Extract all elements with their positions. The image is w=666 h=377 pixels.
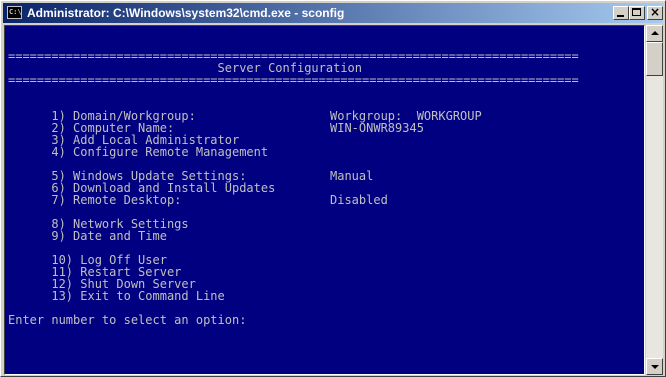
menu-item-restart: 11) Restart Server	[8, 254, 181, 278]
input-prompt[interactable]: Enter number to select an option:	[8, 314, 246, 326]
separator-line: ========================================…	[8, 73, 579, 87]
menu-item-value: Disabled	[330, 193, 388, 207]
menu-item-network-settings: 8) Network Settings	[8, 206, 188, 230]
menu-item-value: Manual	[330, 169, 374, 183]
arrow-down-icon	[651, 365, 659, 369]
close-icon: ×	[649, 5, 661, 19]
console-output[interactable]: ========================================…	[4, 25, 645, 375]
menu-item-date-time: 9) Date and Time	[8, 218, 167, 242]
window-title: Administrator: C:\Windows\system32\cmd.e…	[27, 6, 345, 20]
arrow-up-icon	[651, 31, 659, 35]
vertical-scrollbar[interactable]	[646, 25, 663, 375]
scroll-thumb[interactable]	[646, 42, 663, 76]
menu-item-computer-name: 2) Computer Name: WIN-ONWR89345	[8, 110, 424, 134]
close-button[interactable]: ×	[647, 5, 663, 20]
menu-item-download-updates: 6) Download and Install Updates	[8, 170, 275, 194]
cmd-window: C:\ Administrator: C:\Windows\system32\c…	[0, 0, 666, 377]
menu-item-log-off: 10) Log Off User	[8, 242, 167, 266]
menu-item-label: 13) Exit to Command Line	[51, 289, 225, 303]
menu-item-remote-desktop: 7) Remote Desktop: Disabled	[8, 182, 387, 206]
menu-item-label: 4) Configure Remote Management	[51, 145, 269, 159]
maximize-button[interactable]	[629, 6, 645, 20]
menu-item-add-local-admin: 3) Add Local Administrator	[8, 122, 239, 146]
menu-item-exit-command-line: 13) Exit to Command Line	[8, 278, 224, 302]
menu-item-remote-management: 4) Configure Remote Management	[8, 134, 268, 158]
menu-item-label: 7) Remote Desktop:	[51, 193, 182, 207]
cmd-icon[interactable]: C:\	[7, 6, 22, 19]
scroll-down-button[interactable]	[646, 358, 663, 375]
maximize-icon	[632, 8, 641, 16]
menu-item-label: 9) Date and Time	[51, 229, 167, 243]
scroll-up-button[interactable]	[646, 25, 663, 42]
menu-item-value: WIN-ONWR89345	[330, 121, 424, 135]
menu-item-windows-update-settings: 5) Windows Update Settings: Manual	[8, 158, 373, 182]
minimize-icon	[617, 15, 624, 17]
minimize-button[interactable]	[613, 6, 629, 20]
title-bar[interactable]: C:\ Administrator: C:\Windows\system32\c…	[3, 3, 663, 23]
menu-item-shut-down: 12) Shut Down Server	[8, 266, 196, 290]
menu-item-domain-workgroup: 1) Domain/Workgroup: Workgroup: WORKGROUP	[8, 98, 481, 122]
